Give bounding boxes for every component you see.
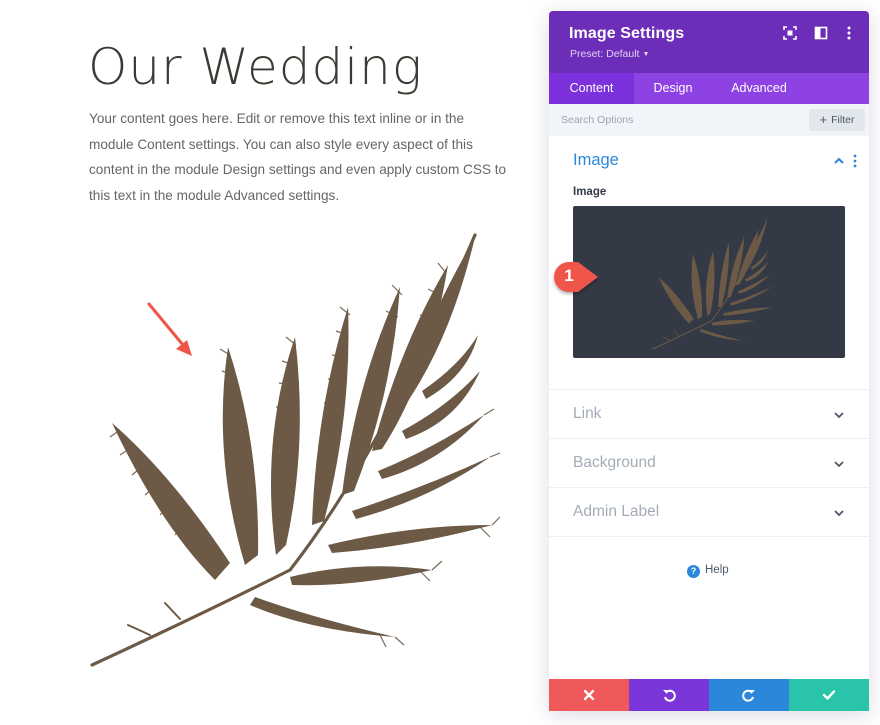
link-section-label: Link xyxy=(573,405,602,422)
help-link[interactable]: ? Help xyxy=(687,562,729,578)
fern-image[interactable] xyxy=(80,225,500,675)
image-upload-preview[interactable] xyxy=(573,206,845,358)
undo-icon xyxy=(663,689,676,702)
image-section-title[interactable]: Image xyxy=(573,151,619,170)
image-field-label: Image xyxy=(573,186,607,198)
redo-icon xyxy=(742,689,755,702)
settings-panel: Image Settings Preset: Default ▼ Content … xyxy=(549,11,869,711)
step-badge: 1 xyxy=(548,258,602,296)
tab-bar: Content Design Advanced xyxy=(549,73,869,104)
filter-label: Filter xyxy=(831,114,855,126)
more-options-icon[interactable] xyxy=(842,26,856,40)
step-number: 1 xyxy=(564,266,574,285)
filter-button[interactable]: + Filter xyxy=(809,109,865,131)
body-text: Your content goes here. Edit or remove t… xyxy=(89,111,507,203)
panel-header: Image Settings Preset: Default ▼ xyxy=(549,11,869,73)
preset-dropdown[interactable]: Preset: Default ▼ xyxy=(570,48,649,60)
split-view-icon[interactable] xyxy=(814,26,828,40)
link-section-toggle[interactable]: Link xyxy=(549,390,869,439)
chevron-down-icon xyxy=(834,412,844,419)
undo-button[interactable] xyxy=(629,679,709,711)
chevron-down-icon xyxy=(834,510,844,517)
close-icon xyxy=(583,689,595,701)
caret-down-icon: ▼ xyxy=(642,51,650,58)
help-label: Help xyxy=(705,564,729,576)
redo-button[interactable] xyxy=(709,679,789,711)
chevron-down-icon xyxy=(834,461,844,468)
fern-thumbnail xyxy=(652,220,775,350)
check-icon xyxy=(822,690,836,700)
plus-icon: + xyxy=(819,112,828,127)
background-section-toggle[interactable]: Background xyxy=(549,439,869,488)
section-more-icon[interactable] xyxy=(852,154,858,168)
expand-icon[interactable] xyxy=(783,26,797,40)
background-section-label: Background xyxy=(573,454,656,471)
panel-footer xyxy=(549,679,869,711)
search-row: +Filter xyxy=(549,104,869,136)
tab-advanced[interactable]: Advanced xyxy=(712,73,806,104)
tab-content[interactable]: Content xyxy=(549,73,634,104)
admin-label-section-label: Admin Label xyxy=(573,503,660,520)
chevron-up-icon[interactable] xyxy=(833,156,845,166)
help-icon: ? xyxy=(687,565,700,578)
panel-title: Image Settings xyxy=(569,25,685,42)
preset-label: Preset: Default xyxy=(570,48,640,60)
tab-design[interactable]: Design xyxy=(634,73,712,104)
admin-label-section-toggle[interactable]: Admin Label xyxy=(549,488,869,537)
save-button[interactable] xyxy=(789,679,869,711)
page-title: Our Wedding xyxy=(88,38,423,96)
search-input[interactable] xyxy=(561,109,801,131)
discard-button[interactable] xyxy=(549,679,629,711)
